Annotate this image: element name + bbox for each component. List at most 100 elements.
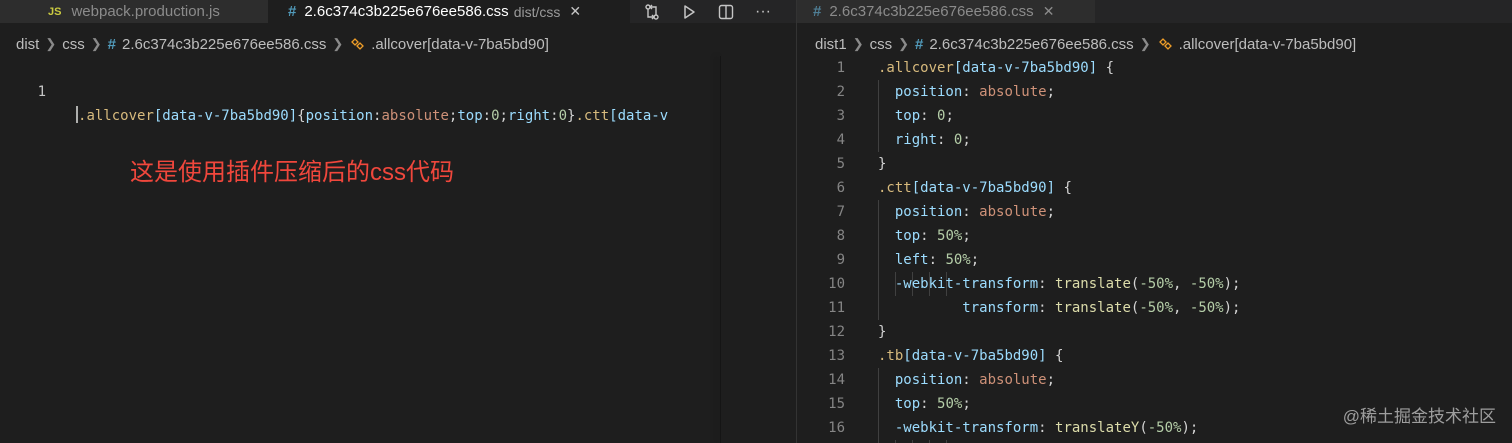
breadcrumb-file[interactable]: 2.6c374c3b225e676ee586.css <box>929 36 1133 53</box>
git-compare-icon[interactable] <box>642 2 662 22</box>
line-content: .ctt[data-v-7ba5bd90] { <box>878 176 1072 200</box>
chevron-right-icon: ❯ <box>1139 36 1151 51</box>
right-editor-group: # 2.6c374c3b225e676ee586.css ✕ dist1 ❯ c… <box>797 0 1512 443</box>
editor-actions: ··· <box>642 0 790 23</box>
code-token: ); <box>1223 276 1241 292</box>
code-line: 13 .tb[data-v-7ba5bd90] { <box>797 344 1512 368</box>
code-line: 6 .ctt[data-v-7ba5bd90] { <box>797 176 1512 200</box>
line-number: 7 <box>836 204 845 220</box>
tab-webpack-production-js[interactable]: JS webpack.production.js <box>0 0 268 23</box>
code-token: top <box>878 228 921 244</box>
code-token: translate <box>1055 276 1131 292</box>
code-token: translate <box>1055 300 1131 316</box>
line-content: top: 0; <box>878 104 954 128</box>
right-tab-bar: # 2.6c374c3b225e676ee586.css ✕ <box>797 0 1512 23</box>
tab-css-file-dist1[interactable]: # 2.6c374c3b225e676ee586.css ✕ <box>797 0 1095 23</box>
code-line: 2 position: absolute; <box>797 80 1512 104</box>
line-content: top: 50%; <box>878 224 971 248</box>
line-content: position: absolute; <box>878 200 1055 224</box>
line-number: 8 <box>836 228 845 244</box>
code-token: } <box>878 156 887 172</box>
line-content: .tb[data-v-7ba5bd90] { <box>878 344 1063 368</box>
code-token: ( <box>1139 420 1148 436</box>
code-token: : <box>1038 276 1056 292</box>
code-token: : <box>962 204 980 220</box>
code-token: .tb <box>878 348 904 364</box>
code-token: -50% <box>1147 420 1182 436</box>
code-token: [data-v-7ba5bd90] <box>903 348 1047 364</box>
tab-label: webpack.production.js <box>71 3 220 20</box>
breadcrumb-folder[interactable]: dist <box>16 36 39 53</box>
code-editor-minified[interactable]: 1 .allcover[data-v-7ba5bd90]{position:ab… <box>0 56 720 436</box>
line-number: 5 <box>836 156 845 172</box>
code-token: left <box>878 252 929 268</box>
code-token: position <box>878 204 963 220</box>
minimap[interactable] <box>721 56 796 443</box>
line-content: right: 0; <box>878 128 971 152</box>
breadcrumb-folder[interactable]: css <box>62 36 85 53</box>
code-token: top <box>878 396 921 412</box>
code-token: ; <box>1046 204 1056 220</box>
line-content: -webkit-transform: translate(-50%, -50%)… <box>878 272 1241 296</box>
code-token: absolute <box>979 372 1047 388</box>
line-content: top: 50%; <box>878 392 971 416</box>
code-token: { <box>1097 60 1115 76</box>
code-token: -webkit-transform <box>878 276 1039 292</box>
code-token: : <box>937 132 954 148</box>
line-content: .allcover[data-v-7ba5bd90] { <box>878 56 1114 80</box>
code-token: : <box>920 396 938 412</box>
line-number: 1 <box>836 60 845 76</box>
code-line: 14 position: absolute; <box>797 368 1512 392</box>
code-token: 50% <box>945 252 971 268</box>
line-content: } <box>878 320 886 344</box>
code-token: ); <box>1223 300 1241 316</box>
code-token: 50% <box>937 228 963 244</box>
css-file-icon: # <box>288 3 297 20</box>
breadcrumb-symbol[interactable]: .allcover[data-v-7ba5bd90] <box>1179 36 1357 53</box>
breadcrumb-symbol[interactable]: .allcover[data-v-7ba5bd90] <box>371 36 549 53</box>
left-tab-bar: JS webpack.production.js # 2.6c374c3b225… <box>0 0 796 23</box>
code-token: { <box>1055 180 1072 196</box>
line-number: 2 <box>836 84 845 100</box>
code-token: position <box>878 372 963 388</box>
breadcrumb: dist1 ❯ css ❯ # 2.6c374c3b225e676ee586.c… <box>815 34 1356 54</box>
code-token: 50% <box>937 396 963 412</box>
breadcrumb-file[interactable]: 2.6c374c3b225e676ee586.css <box>122 36 326 53</box>
run-icon[interactable] <box>679 2 699 22</box>
code-token: top <box>878 108 921 124</box>
code-line: 1 .allcover[data-v-7ba5bd90] { <box>797 56 1512 80</box>
breadcrumb-folder[interactable]: dist1 <box>815 36 847 53</box>
line-number: 6 <box>836 180 845 196</box>
close-tab-icon[interactable]: ✕ <box>569 3 581 20</box>
line-number: 1 <box>37 84 46 100</box>
tab-label: 2.6c374c3b225e676ee586.css <box>304 3 509 20</box>
code-token: , <box>1173 300 1190 316</box>
code-editor-formatted[interactable]: 1 .allcover[data-v-7ba5bd90] {2 position:… <box>797 56 1512 443</box>
code-token: : <box>928 252 946 268</box>
code-token: ; <box>962 132 971 148</box>
close-tab-icon[interactable]: ✕ <box>1043 3 1055 20</box>
tab-label: 2.6c374c3b225e676ee586.css <box>829 3 1034 20</box>
tab-css-file[interactable]: # 2.6c374c3b225e676ee586.css dist/css ✕ <box>268 0 630 23</box>
chevron-right-icon: ❯ <box>45 36 57 51</box>
code-line: 12} <box>797 320 1512 344</box>
chevron-right-icon: ❯ <box>852 36 864 51</box>
watermark: @稀土掘金技术社区 <box>1342 407 1496 426</box>
code-token: absolute <box>979 84 1047 100</box>
code-line: 9 left: 50%; <box>797 248 1512 272</box>
breadcrumb-folder[interactable]: css <box>870 36 893 53</box>
code-line: 1 .allcover[data-v-7ba5bd90]{position:ab… <box>0 56 720 124</box>
code-token: ; <box>1046 84 1056 100</box>
split-editor-icon[interactable] <box>716 2 736 22</box>
left-editor-group: JS webpack.production.js # 2.6c374c3b225… <box>0 0 796 443</box>
symbol-class-icon <box>349 36 365 52</box>
code-token: ; <box>962 396 971 412</box>
line-number: 9 <box>836 252 845 268</box>
more-actions-icon[interactable]: ··· <box>753 2 773 22</box>
line-number: 10 <box>828 276 845 292</box>
code-token: : <box>962 372 980 388</box>
code-line: 4 right: 0; <box>797 128 1512 152</box>
code-line: 7 position: absolute; <box>797 200 1512 224</box>
code-token: : <box>962 84 980 100</box>
symbol-class-icon <box>1157 36 1173 52</box>
